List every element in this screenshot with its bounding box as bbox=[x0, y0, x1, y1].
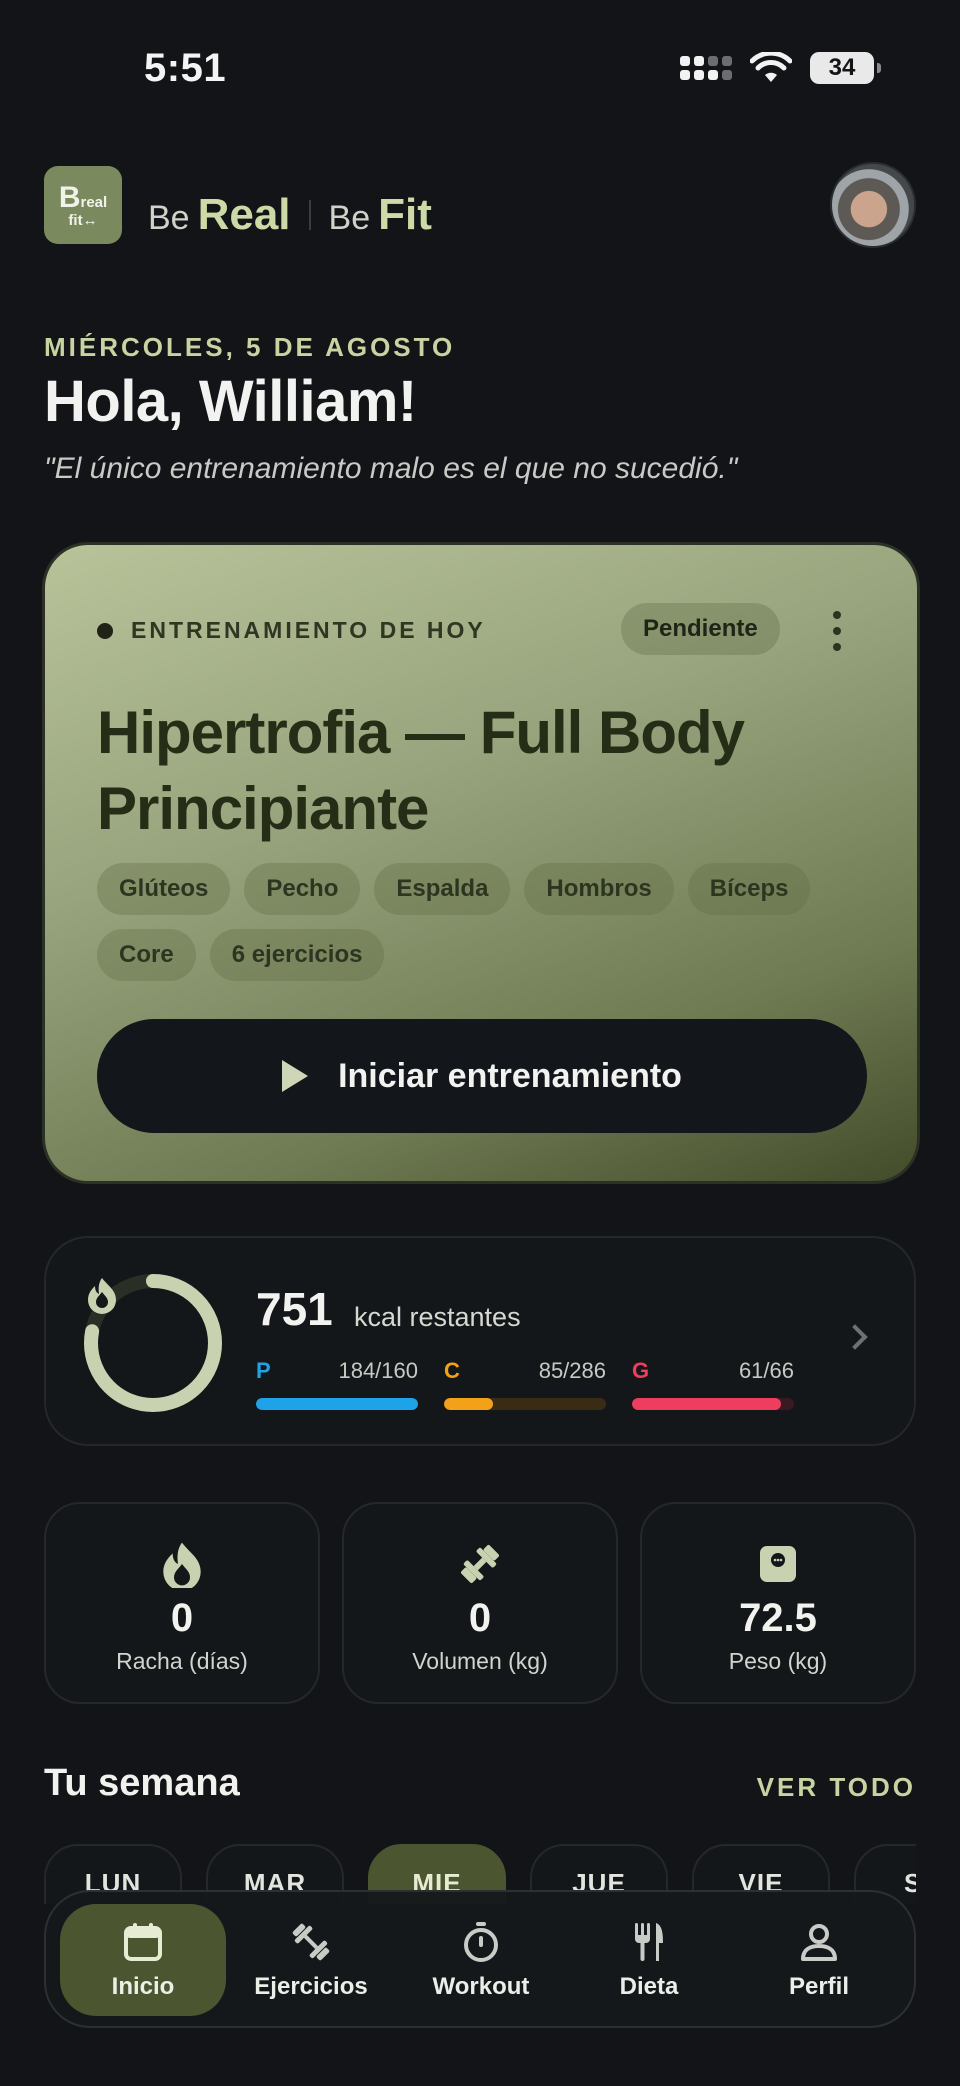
tagline-be: Be bbox=[328, 199, 371, 237]
wifi-icon bbox=[750, 52, 792, 82]
tagline-fit: Fit bbox=[378, 190, 432, 239]
status-dot-icon bbox=[97, 622, 113, 639]
nav-label: Workout bbox=[432, 1973, 530, 2000]
macro-protein: P 184/160 bbox=[256, 1358, 418, 1410]
muscle-tag: Core bbox=[97, 929, 196, 981]
profile-avatar[interactable] bbox=[830, 162, 916, 248]
tagline-be: Be bbox=[148, 199, 190, 237]
volume-value: 0 bbox=[468, 1596, 492, 1640]
tagline-real: Real bbox=[197, 190, 291, 239]
current-date: MIÉRCOLES, 5 DE AGOSTO bbox=[44, 332, 456, 362]
dumbbell-icon bbox=[461, 1545, 499, 1583]
flame-icon bbox=[88, 1278, 116, 1314]
nav-label: Inicio bbox=[111, 1973, 175, 2000]
streak-card[interactable]: 0 Racha (días) bbox=[44, 1502, 320, 1704]
nav-label: Perfil bbox=[788, 1973, 850, 2000]
fork-knife-icon bbox=[635, 1923, 663, 1961]
muscle-tag: Hombros bbox=[524, 863, 674, 915]
dumbbell-icon bbox=[292, 1923, 330, 1961]
start-workout-label: Iniciar entrenamiento bbox=[338, 1056, 682, 1095]
motivational-quote: "El único entrenamiento malo es el que n… bbox=[44, 452, 738, 485]
stopwatch-icon bbox=[464, 1922, 498, 1962]
status-time: 5:51 bbox=[144, 46, 227, 90]
nav-label: Ejercicios bbox=[254, 1973, 368, 2000]
status-icons: 34 bbox=[680, 52, 881, 84]
weight-value: 72.5 bbox=[739, 1596, 817, 1640]
nav-label: Dieta bbox=[619, 1973, 679, 2000]
weight-card[interactable]: 72.5 Peso (kg) bbox=[640, 1502, 916, 1704]
week-section-title: Tu semana bbox=[44, 1762, 240, 1804]
play-icon bbox=[282, 1060, 309, 1092]
nav-item-workout[interactable]: Workout bbox=[398, 1904, 564, 2016]
app-logo: Breal fit↔ bbox=[44, 166, 122, 244]
todays-workout-card[interactable]: ENTRENAMIENTO DE HOY Pendiente Hipertrof… bbox=[42, 542, 920, 1184]
greeting-title: Hola, William! bbox=[44, 369, 417, 434]
status-badge: Pendiente bbox=[621, 603, 780, 655]
workout-tags: Glúteos Pecho Espalda Hombros Bíceps Cor… bbox=[97, 863, 887, 981]
tagline-divider bbox=[308, 200, 311, 230]
nav-item-dieta[interactable]: Dieta bbox=[566, 1904, 732, 2016]
exercise-count-tag: 6 ejercicios bbox=[209, 929, 385, 981]
calories-card[interactable]: 751 kcal restantes P 184/160 C 85/286 G 61/… bbox=[44, 1236, 916, 1446]
nav-item-perfil[interactable]: Perfil bbox=[736, 1904, 902, 2016]
workout-card-label: ENTRENAMIENTO DE HOY bbox=[97, 617, 486, 644]
chevron-right-icon[interactable] bbox=[842, 1324, 868, 1350]
volume-card[interactable]: 0 Volumen (kg) bbox=[342, 1502, 618, 1704]
more-options-icon[interactable] bbox=[825, 611, 849, 651]
battery-indicator: 34 bbox=[810, 52, 881, 84]
kcal-remaining-value: 751 bbox=[256, 1283, 333, 1335]
cellular-signal-icon bbox=[680, 56, 732, 80]
muscle-tag: Glúteos bbox=[97, 863, 231, 915]
macro-carbs: C 85/286 bbox=[444, 1358, 606, 1410]
streak-value: 0 bbox=[170, 1596, 194, 1640]
muscle-tag: Bíceps bbox=[687, 863, 811, 915]
flame-icon bbox=[163, 1542, 201, 1588]
calorie-ring bbox=[84, 1274, 222, 1412]
volume-label: Volumen (kg) bbox=[412, 1648, 548, 1674]
scale-icon bbox=[760, 1546, 796, 1582]
nav-item-inicio[interactable]: Inicio bbox=[60, 1904, 226, 2016]
muscle-tag: Pecho bbox=[244, 863, 361, 915]
nav-item-ejercicios[interactable]: Ejercicios bbox=[228, 1904, 394, 2016]
streak-label: Racha (días) bbox=[116, 1648, 248, 1674]
weight-label: Peso (kg) bbox=[728, 1648, 828, 1674]
kcal-remaining-label: kcal restantes bbox=[354, 1302, 521, 1332]
brand-tagline: Be Real Be Fit bbox=[148, 190, 432, 240]
macro-fat: G 61/66 bbox=[632, 1358, 794, 1410]
calendar-icon bbox=[124, 1923, 162, 1961]
bottom-navigation: Inicio Ejercicios Workout Dieta Perfil bbox=[44, 1890, 916, 2028]
workout-title: Hipertrofia — Full Body Principiante bbox=[97, 699, 745, 842]
user-icon bbox=[801, 1924, 837, 1961]
muscle-tag: Espalda bbox=[374, 863, 511, 915]
see-all-link[interactable]: VER TODO bbox=[757, 1772, 916, 1803]
start-workout-button[interactable]: Iniciar entrenamiento bbox=[97, 1019, 867, 1133]
